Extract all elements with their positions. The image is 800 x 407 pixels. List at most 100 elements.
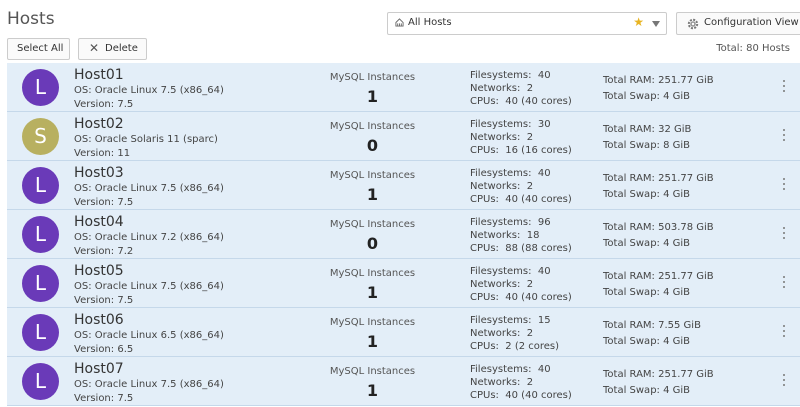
host-version: Version: 7.5 <box>74 197 133 208</box>
networks-value: 2 <box>526 328 534 339</box>
mysql-instances-count: 1 <box>366 185 379 204</box>
os-label: OS: <box>74 379 92 390</box>
host-memory: Total RAM: 251.77 GiB Total Swap: 4 GiB <box>603 367 714 399</box>
host-row[interactable]: L Host05 OS: Oracle Linux 7.5 (x86_64) V… <box>7 259 800 308</box>
swap-label: Total Swap: <box>603 91 660 102</box>
cpus-label: CPUs: <box>470 145 499 156</box>
filesystems-line: Filesystems: 40 <box>470 265 572 278</box>
row-menu-icon[interactable] <box>781 325 787 339</box>
os-value: Oracle Linux 7.5 (x86_64) <box>94 379 224 390</box>
ram-value: 7.55 GiB <box>658 320 701 331</box>
filesystems-line: Filesystems: 40 <box>470 69 572 82</box>
ram-line: Total RAM: 251.77 GiB <box>603 171 714 187</box>
ram-value: 251.77 GiB <box>658 75 714 86</box>
swap-label: Total Swap: <box>603 189 660 200</box>
host-row[interactable]: L Host01 OS: Oracle Linux 7.5 (x86_64) V… <box>7 63 800 112</box>
host-memory: Total RAM: 32 GiB Total Swap: 8 GiB <box>603 122 691 154</box>
cpus-line: CPUs: 40 (40 cores) <box>470 291 572 304</box>
mysql-instances-label: MySQL Instances <box>329 170 416 181</box>
mysql-instances-count: 1 <box>366 381 379 400</box>
host-row[interactable]: L Host06 OS: Oracle Linux 6.5 (x86_64) V… <box>7 308 800 357</box>
avatar: L <box>22 167 59 204</box>
host-name[interactable]: Host01 <box>74 67 124 83</box>
host-name[interactable]: Host05 <box>74 263 124 279</box>
swap-line: Total Swap: 4 GiB <box>603 383 714 399</box>
networks-value: 2 <box>526 377 534 388</box>
filesystems-label: Filesystems: <box>470 217 532 228</box>
row-menu-icon[interactable] <box>781 227 787 241</box>
host-name[interactable]: Host02 <box>74 116 124 132</box>
version-label: Version: <box>74 148 115 159</box>
cpus-label: CPUs: <box>470 243 499 254</box>
filesystems-label: Filesystems: <box>470 364 532 375</box>
swap-line: Total Swap: 4 GiB <box>603 187 714 203</box>
avatar: L <box>22 265 59 302</box>
filesystems-line: Filesystems: 96 <box>470 216 572 229</box>
host-filter-select[interactable]: All Hosts ★ <box>387 12 667 35</box>
host-row[interactable]: L Host04 OS: Oracle Linux 7.2 (x86_64) V… <box>7 210 800 259</box>
row-menu-icon[interactable] <box>781 129 787 143</box>
favorite-star-icon[interactable]: ★ <box>633 15 644 29</box>
mysql-instances-count: 1 <box>366 87 379 106</box>
filesystems-value: 96 <box>537 217 551 228</box>
ram-label: Total RAM: <box>603 271 655 282</box>
row-menu-icon[interactable] <box>781 80 787 94</box>
swap-value: 4 GiB <box>663 385 691 396</box>
ram-line: Total RAM: 251.77 GiB <box>603 73 714 89</box>
mysql-instances-label: MySQL Instances <box>329 219 416 230</box>
host-memory: Total RAM: 251.77 GiB Total Swap: 4 GiB <box>603 73 714 105</box>
cpus-line: CPUs: 40 (40 cores) <box>470 95 572 108</box>
host-name[interactable]: Host07 <box>74 361 124 377</box>
delete-button[interactable]: ✕ Delete <box>78 38 147 60</box>
filesystems-label: Filesystems: <box>470 315 532 326</box>
row-menu-icon[interactable] <box>781 276 787 290</box>
swap-value: 4 GiB <box>663 238 691 249</box>
host-name[interactable]: Host03 <box>74 165 124 181</box>
ram-label: Total RAM: <box>603 369 655 380</box>
version-label: Version: <box>74 393 115 404</box>
filesystems-line: Filesystems: 40 <box>470 167 572 180</box>
host-memory: Total RAM: 503.78 GiB Total Swap: 4 GiB <box>603 220 714 252</box>
swap-line: Total Swap: 4 GiB <box>603 285 714 301</box>
row-menu-icon[interactable] <box>781 178 787 192</box>
select-all-button[interactable]: Select All <box>7 38 70 60</box>
ram-line: Total RAM: 503.78 GiB <box>603 220 714 236</box>
host-os: OS: Oracle Linux 7.5 (x86_64) <box>74 183 224 194</box>
os-value: Oracle Solaris 11 (sparc) <box>94 134 218 145</box>
home-icon <box>395 18 404 27</box>
host-memory: Total RAM: 7.55 GiB Total Swap: 4 GiB <box>603 318 701 350</box>
cpus-line: CPUs: 16 (16 cores) <box>470 144 572 157</box>
mysql-instances-label: MySQL Instances <box>329 121 416 132</box>
cpus-value: 2 (2 cores) <box>505 341 560 352</box>
hosts-list: L Host01 OS: Oracle Linux 7.5 (x86_64) V… <box>7 63 800 406</box>
ram-label: Total RAM: <box>603 320 655 331</box>
host-memory: Total RAM: 251.77 GiB Total Swap: 4 GiB <box>603 171 714 203</box>
avatar: L <box>22 69 59 106</box>
version-value: 7.5 <box>117 99 134 110</box>
os-value: Oracle Linux 7.5 (x86_64) <box>94 85 224 96</box>
cpus-line: CPUs: 40 (40 cores) <box>470 193 572 206</box>
configuration-view-button[interactable]: Configuration View <box>676 12 800 35</box>
networks-line: Networks: 2 <box>470 327 559 340</box>
cpus-line: CPUs: 40 (40 cores) <box>470 389 572 402</box>
os-value: Oracle Linux 7.5 (x86_64) <box>94 183 224 194</box>
host-name[interactable]: Host04 <box>74 214 124 230</box>
host-version: Version: 7.2 <box>74 246 133 257</box>
mysql-instances-label: MySQL Instances <box>329 268 416 279</box>
host-row[interactable]: L Host07 OS: Oracle Linux 7.5 (x86_64) V… <box>7 357 800 406</box>
host-resources: Filesystems: 30 Networks: 2 CPUs: 16 (16… <box>470 118 572 157</box>
host-row[interactable]: L Host03 OS: Oracle Linux 7.5 (x86_64) V… <box>7 161 800 210</box>
networks-line: Networks: 18 <box>470 229 572 242</box>
networks-label: Networks: <box>470 328 521 339</box>
host-version: Version: 6.5 <box>74 344 133 355</box>
networks-label: Networks: <box>470 377 521 388</box>
host-name[interactable]: Host06 <box>74 312 124 328</box>
chevron-down-icon[interactable] <box>652 21 660 27</box>
host-version: Version: 7.5 <box>74 99 133 110</box>
ram-line: Total RAM: 32 GiB <box>603 122 691 138</box>
os-label: OS: <box>74 183 92 194</box>
host-row[interactable]: S Host02 OS: Oracle Solaris 11 (sparc) V… <box>7 112 800 161</box>
filesystems-value: 40 <box>537 364 551 375</box>
row-menu-icon[interactable] <box>781 374 787 388</box>
host-os: OS: Oracle Linux 7.2 (x86_64) <box>74 232 224 243</box>
